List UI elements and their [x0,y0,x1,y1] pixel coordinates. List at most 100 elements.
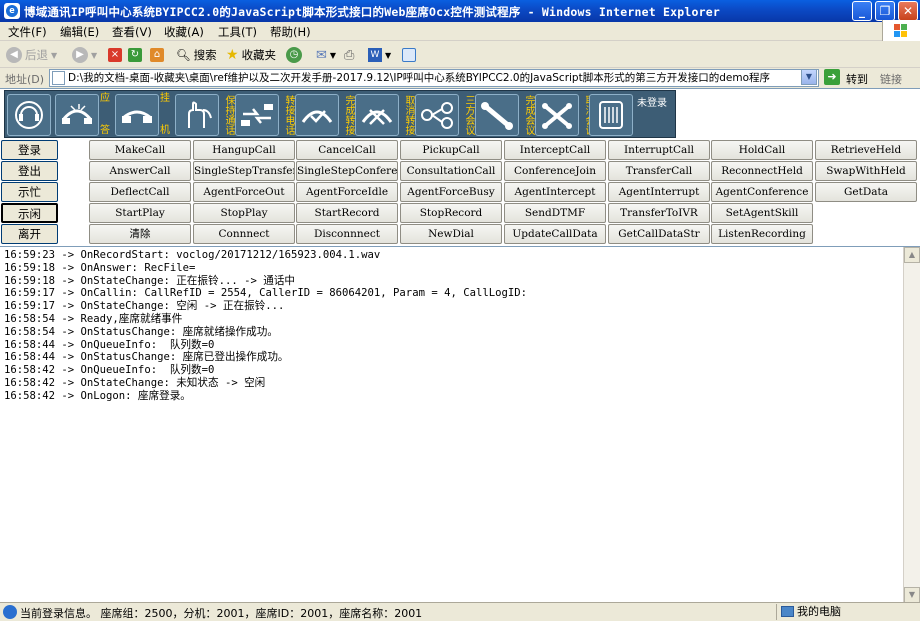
fn-button-holdcall[interactable]: HoldCall [711,140,813,160]
fn-button-startplay[interactable]: StartPlay [89,203,191,223]
fn-button-transfercall[interactable]: TransferCall [608,161,710,181]
fn-button-makecall[interactable]: MakeCall [89,140,191,160]
address-label: 地址(D) [5,73,45,86]
fn-button-interruptcall[interactable]: InterruptCall [608,140,710,160]
iconbar-complete-transfer[interactable]: 完成转接 [295,94,354,136]
forward-button[interactable]: ▶ ▼ [72,45,97,65]
fn-button-transfertoivr[interactable]: TransferToIVR [608,203,710,223]
menu-help[interactable]: 帮助(H) [270,24,311,40]
iconbar-hold[interactable]: 保持通话 [175,94,234,136]
fn-button-connnect[interactable]: Connnect [193,224,295,244]
complete-conference-icon [475,94,519,136]
scroll-up-icon[interactable]: ▲ [904,247,920,263]
fn-button-answercall[interactable]: AnswerCall [89,161,191,181]
back-button[interactable]: ◀ 后退 ▼ [6,45,57,65]
idle-button[interactable]: 示闲 [1,203,58,223]
fn-button-interceptcall[interactable]: InterceptCall [504,140,606,160]
address-value: D:\我的文档-桌面-收藏夹\桌面\ref维护以及二次开发手册-2017.9.1… [68,72,770,84]
fn-button-agentforceout[interactable]: AgentForceOut [193,182,295,202]
fn-button-agentinterrupt[interactable]: AgentInterrupt [608,182,710,202]
fn-button-agentforceidle[interactable]: AgentForceIdle [296,182,398,202]
menu-file[interactable]: 文件(F) [8,24,47,40]
iconbar-keypad[interactable] [589,94,633,136]
fn-button-cancelcall[interactable]: CancelCall [296,140,398,160]
fn-button-stopplay[interactable]: StopPlay [193,203,295,223]
window-title: 博域通讯IP呼叫中心系统BYIPCC2.0的JavaScript脚本形式接口的W… [24,5,720,19]
home-button[interactable]: ⌂ [150,45,164,65]
iconbar-answer[interactable]: 应答 [55,94,114,136]
fn-button--[interactable]: 清除 [89,224,191,244]
fn-button-singlesteptransfer[interactable]: SingleStepTransfer [193,161,295,181]
fn-button-updatecalldata[interactable]: UpdateCallData [504,224,606,244]
fn-button-listenrecording[interactable]: ListenRecording [711,224,813,244]
windows-logo-icon [882,20,920,42]
fn-button-agentforcebusy[interactable]: AgentForceBusy [400,182,502,202]
vertical-scrollbar[interactable]: ▲ ▼ [903,247,920,603]
search-button[interactable]: 🔍︎ 搜索 [176,45,217,65]
iconbar-hangup[interactable]: 挂机 [115,94,174,136]
fn-button-deflectcall[interactable]: DeflectCall [89,182,191,202]
menu-view[interactable]: 查看(V) [112,24,152,40]
go-arrow-icon[interactable]: ➜ [824,69,840,85]
login-button[interactable]: 登录 [1,140,58,160]
menu-favorites[interactable]: 收藏(A) [164,24,204,40]
messenger-button[interactable] [402,45,416,65]
conference-label: 三方会议 [463,95,474,135]
address-dropdown-button[interactable]: ▼ [801,69,817,85]
maximize-button[interactable]: ❐ [875,1,895,21]
edit-button[interactable]: W ▼ [368,45,391,65]
fn-button-hangupcall[interactable]: HangupCall [193,140,295,160]
fn-button-reconnectheld[interactable]: ReconnectHeld [711,161,813,181]
menu-edit[interactable]: 编辑(E) [60,24,99,40]
scroll-down-icon[interactable]: ▼ [904,587,920,603]
iconbar-transfer[interactable]: 转接电话 [235,94,294,136]
fn-button-agentintercept[interactable]: AgentIntercept [504,182,606,202]
page-icon [52,71,65,85]
fn-button-consultationcall[interactable]: ConsultationCall [400,161,502,181]
conference-icon [415,94,459,136]
address-bar: 地址(D) D:\我的文档-桌面-收藏夹\桌面\ref维护以及二次开发手册-20… [0,68,920,88]
fn-button-senddtmf[interactable]: SendDTMF [504,203,606,223]
print-button[interactable]: ⎙ [344,45,354,65]
fn-button-singlestepconference[interactable]: SingleStepConference [296,161,398,181]
go-button[interactable]: 转到 [846,71,868,87]
fn-button-getdata[interactable]: GetData [815,182,917,202]
fn-button-agentconference[interactable]: AgentConference [711,182,813,202]
busy-button[interactable]: 示忙 [1,182,58,202]
login-status: 未登录 [637,98,667,109]
answer-control[interactable] [7,94,51,136]
stop-button[interactable]: × [108,45,122,65]
fn-button-disconnnect[interactable]: Disconnnect [296,224,398,244]
fn-button-pickupcall[interactable]: PickupCall [400,140,502,160]
fn-button-startrecord[interactable]: StartRecord [296,203,398,223]
menu-tools[interactable]: 工具(T) [218,24,257,40]
messenger-icon [402,48,416,62]
refresh-button[interactable]: ↻ [128,45,142,65]
iconbar-cancel-conference[interactable]: 取消会议 [535,94,594,136]
address-input[interactable]: D:\我的文档-桌面-收藏夹\桌面\ref维护以及二次开发手册-2017.9.1… [49,69,819,87]
ie-icon: e [4,3,20,19]
close-button[interactable]: ✕ [898,1,918,21]
fn-button-getcalldatastr[interactable]: GetCallDataStr [608,224,710,244]
fn-button-retrieveheld[interactable]: RetrieveHeld [815,140,917,160]
log-line: 16:59:17 -> OnCallin: CallRefID = 2554, … [4,287,527,300]
favorites-button[interactable]: ★ 收藏夹 [226,45,276,65]
minimize-button[interactable]: _ [852,1,872,21]
history-button[interactable]: ◷ [286,45,302,65]
mail-button[interactable]: ✉ ▼ [316,45,336,65]
fn-button-conferencejoin[interactable]: ConferenceJoin [504,161,606,181]
fn-button-swapwithheld[interactable]: SwapWithHeld [815,161,917,181]
history-icon: ◷ [286,47,302,63]
log-line: 16:58:44 -> OnQueueInfo: 队列数=0 [4,338,215,351]
logout-button[interactable]: 登出 [1,161,58,181]
iconbar-complete-conference[interactable]: 完成会议 [475,94,534,136]
links-button[interactable]: 链接 [880,71,902,87]
log-line: 16:59:18 -> OnStateChange: 正在振铃... -> 通话… [4,274,296,287]
log-line: 16:59:23 -> OnRecordStart: voclog/201712… [4,249,381,261]
leave-button[interactable]: 离开 [1,224,58,244]
fn-button-stoprecord[interactable]: StopRecord [400,203,502,223]
iconbar-conference[interactable]: 三方会议 [415,94,474,136]
fn-button-newdial[interactable]: NewDial [400,224,502,244]
fn-button-setagentskill[interactable]: SetAgentSkill [711,203,813,223]
iconbar-cancel-transfer[interactable]: 取消转接 [355,94,414,136]
